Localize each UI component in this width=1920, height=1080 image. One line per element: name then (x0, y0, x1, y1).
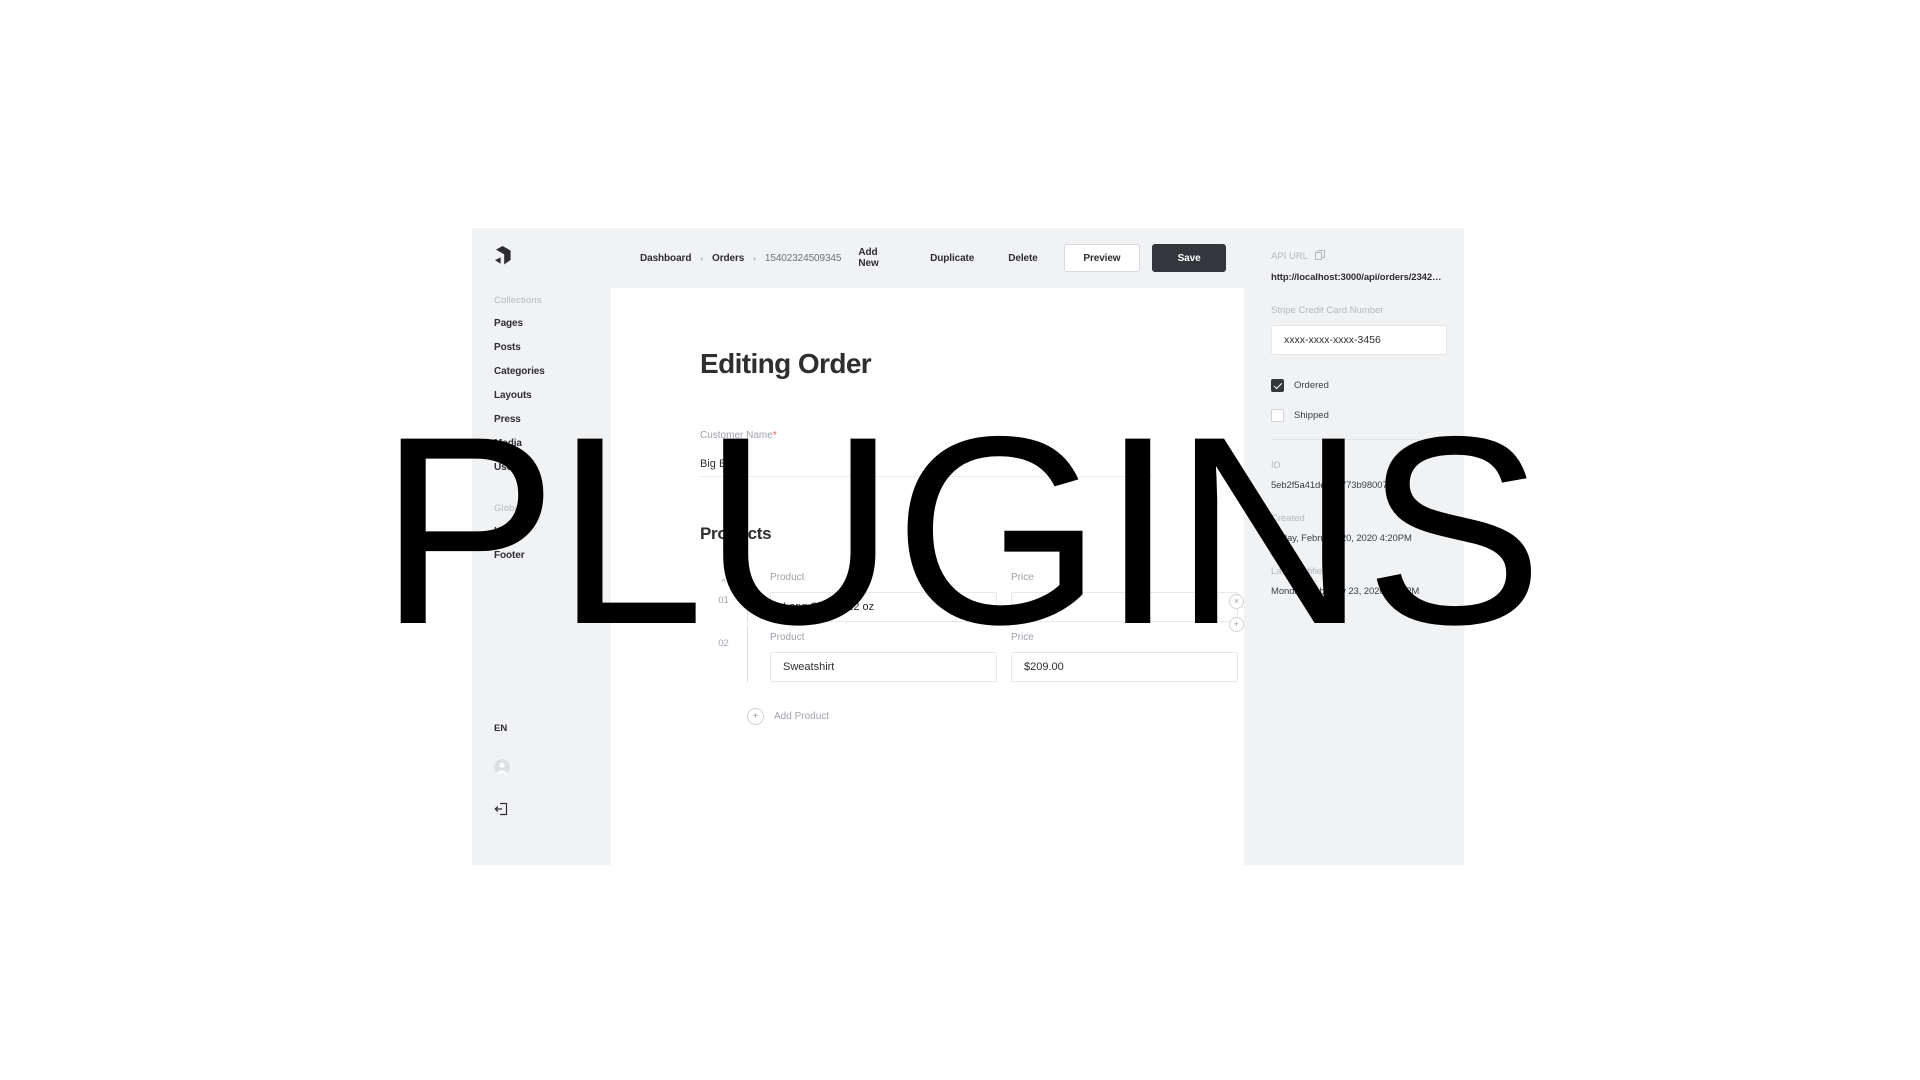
save-button[interactable]: Save (1152, 244, 1226, 272)
sidebar-group-collections: Collections Pages Posts Categories Layou… (472, 295, 611, 486)
product-input[interactable]: Sweatshirt (770, 652, 997, 682)
topbar: Dashboard › Orders › 15402324509345 Add … (611, 228, 1244, 288)
breadcrumb: Dashboard › Orders › 15402324509345 (640, 253, 841, 264)
sidebar-item-layouts[interactable]: Layouts (494, 390, 611, 401)
ordered-checkbox[interactable] (1271, 379, 1284, 392)
product-label: Product (770, 572, 805, 583)
topbar-actions: Add New Duplicate Delete Preview Save (841, 244, 1244, 272)
row-number: 01 (718, 595, 729, 606)
row-divider (747, 566, 748, 622)
sidebar-item-categories[interactable]: Categories (494, 366, 611, 377)
sidebar-item-users[interactable]: Users (494, 462, 611, 473)
row-fields: Product Sweatshirt Price $209.00 (770, 626, 1238, 682)
product-input[interactable]: Long Sleeve 12 oz (770, 592, 997, 622)
ordered-label: Ordered (1294, 380, 1329, 391)
price-label: Price (1011, 572, 1034, 583)
row-gutter: ^ 01 (700, 566, 747, 607)
add-new-button[interactable]: Add New (841, 247, 913, 269)
price-field: Price $89.00 (1011, 572, 1238, 622)
price-field: Price $209.00 (1011, 632, 1238, 682)
shipped-label: Shipped (1294, 410, 1329, 421)
required-marker: * (772, 430, 777, 441)
document-body: Editing Order Customer Name* Big Bird Pr… (611, 288, 1244, 865)
meta-divider (1271, 439, 1442, 440)
id-value: 5eb2f5a41de0db773b980073 (1271, 480, 1393, 491)
breadcrumb-dashboard[interactable]: Dashboard (640, 253, 691, 264)
shipped-checkbox-row[interactable]: Shipped (1271, 409, 1442, 422)
payload-logo-icon[interactable] (472, 246, 611, 265)
price-label: Price (1011, 632, 1034, 643)
product-label: Product (770, 632, 805, 643)
product-field: Product Sweatshirt (770, 632, 997, 682)
shipped-checkbox[interactable] (1271, 409, 1284, 422)
stripe-input[interactable]: xxxx-xxxx-xxxx-3456 (1271, 325, 1447, 355)
preview-button[interactable]: Preview (1063, 244, 1141, 272)
app-window: Collections Pages Posts Categories Layou… (472, 228, 1464, 865)
price-input[interactable]: $209.00 (1011, 652, 1238, 682)
stripe-label: Stripe Credit Card Number (1271, 305, 1384, 316)
product-row: 02 Product Sweatshirt Price $209.00 (700, 626, 1244, 682)
price-input[interactable]: $89.00 (1011, 592, 1238, 622)
customer-name-label-text: Customer Name (700, 430, 773, 441)
sidebar-item-media[interactable]: Media (494, 438, 611, 449)
last-modified-label: Last Modified (1271, 566, 1328, 577)
sidebar-item-footer[interactable]: Footer (494, 550, 611, 561)
breadcrumb-orders[interactable]: Orders (712, 253, 744, 264)
row-gutter: 02 (700, 626, 747, 649)
sidebar-heading-globals: Globals (494, 503, 527, 514)
row-fields: Product Long Sleeve 12 oz Price $89.00 (770, 566, 1238, 622)
sidebar-group-globals: Globals Header Footer (472, 503, 611, 574)
page-title: Editing Order (700, 348, 872, 379)
sidebar-heading-collections: Collections (494, 295, 542, 306)
sidebar: Collections Pages Posts Categories Layou… (472, 228, 611, 865)
plus-icon: + (747, 708, 764, 725)
product-row: ^ 01 Product Long Sleeve 12 oz Price $89… (700, 566, 1244, 632)
sidebar-item-posts[interactable]: Posts (494, 342, 611, 353)
customer-name-input[interactable]: Big Bird (700, 451, 1152, 477)
add-product-label: Add Product (774, 711, 830, 722)
row-divider (747, 626, 748, 682)
api-url-value[interactable]: http://localhost:3000/api/orders/2342… (1271, 272, 1442, 283)
created-label: Created (1271, 513, 1305, 524)
ordered-checkbox-row[interactable]: Ordered (1271, 379, 1442, 392)
account-avatar-icon[interactable] (494, 759, 611, 780)
customer-name-label: Customer Name* (700, 430, 1152, 441)
created-value: Friday, February 20, 2020 4:20PM (1271, 533, 1412, 544)
customer-name-field: Customer Name* Big Bird (700, 430, 1152, 477)
row-number: 02 (718, 638, 729, 649)
breadcrumb-current: 15402324509345 (764, 252, 842, 264)
language-selector[interactable]: EN (494, 723, 611, 734)
sidebar-item-pages[interactable]: Pages (494, 318, 611, 329)
close-icon[interactable]: × (1229, 594, 1244, 609)
sidebar-item-press[interactable]: Press (494, 414, 611, 425)
duplicate-button[interactable]: Duplicate (913, 253, 991, 264)
chevron-right-icon: › (700, 253, 704, 263)
document-meta-panel: API URL http://localhost:3000/api/orders… (1244, 228, 1464, 865)
api-url-label-text: API URL (1271, 251, 1308, 262)
chevron-right-icon: › (753, 253, 756, 263)
products-section-title: Products (700, 524, 772, 543)
logout-icon[interactable] (494, 802, 611, 821)
last-modified-value: Monday, February 23, 2020 3:32PM (1271, 586, 1420, 597)
screen: Collections Pages Posts Categories Layou… (0, 0, 1920, 1080)
delete-button[interactable]: Delete (991, 253, 1054, 264)
api-url-label: API URL (1271, 250, 1442, 263)
main-column: Dashboard › Orders › 15402324509345 Add … (611, 228, 1244, 865)
copy-icon[interactable] (1314, 250, 1325, 263)
product-field: Product Long Sleeve 12 oz (770, 572, 997, 622)
chevron-up-icon[interactable]: ^ (721, 578, 725, 587)
add-product-button[interactable]: + Add Product (747, 708, 1244, 725)
sidebar-footer: EN (472, 723, 611, 865)
sidebar-item-header[interactable]: Header (494, 526, 611, 537)
id-label: ID (1271, 460, 1281, 471)
